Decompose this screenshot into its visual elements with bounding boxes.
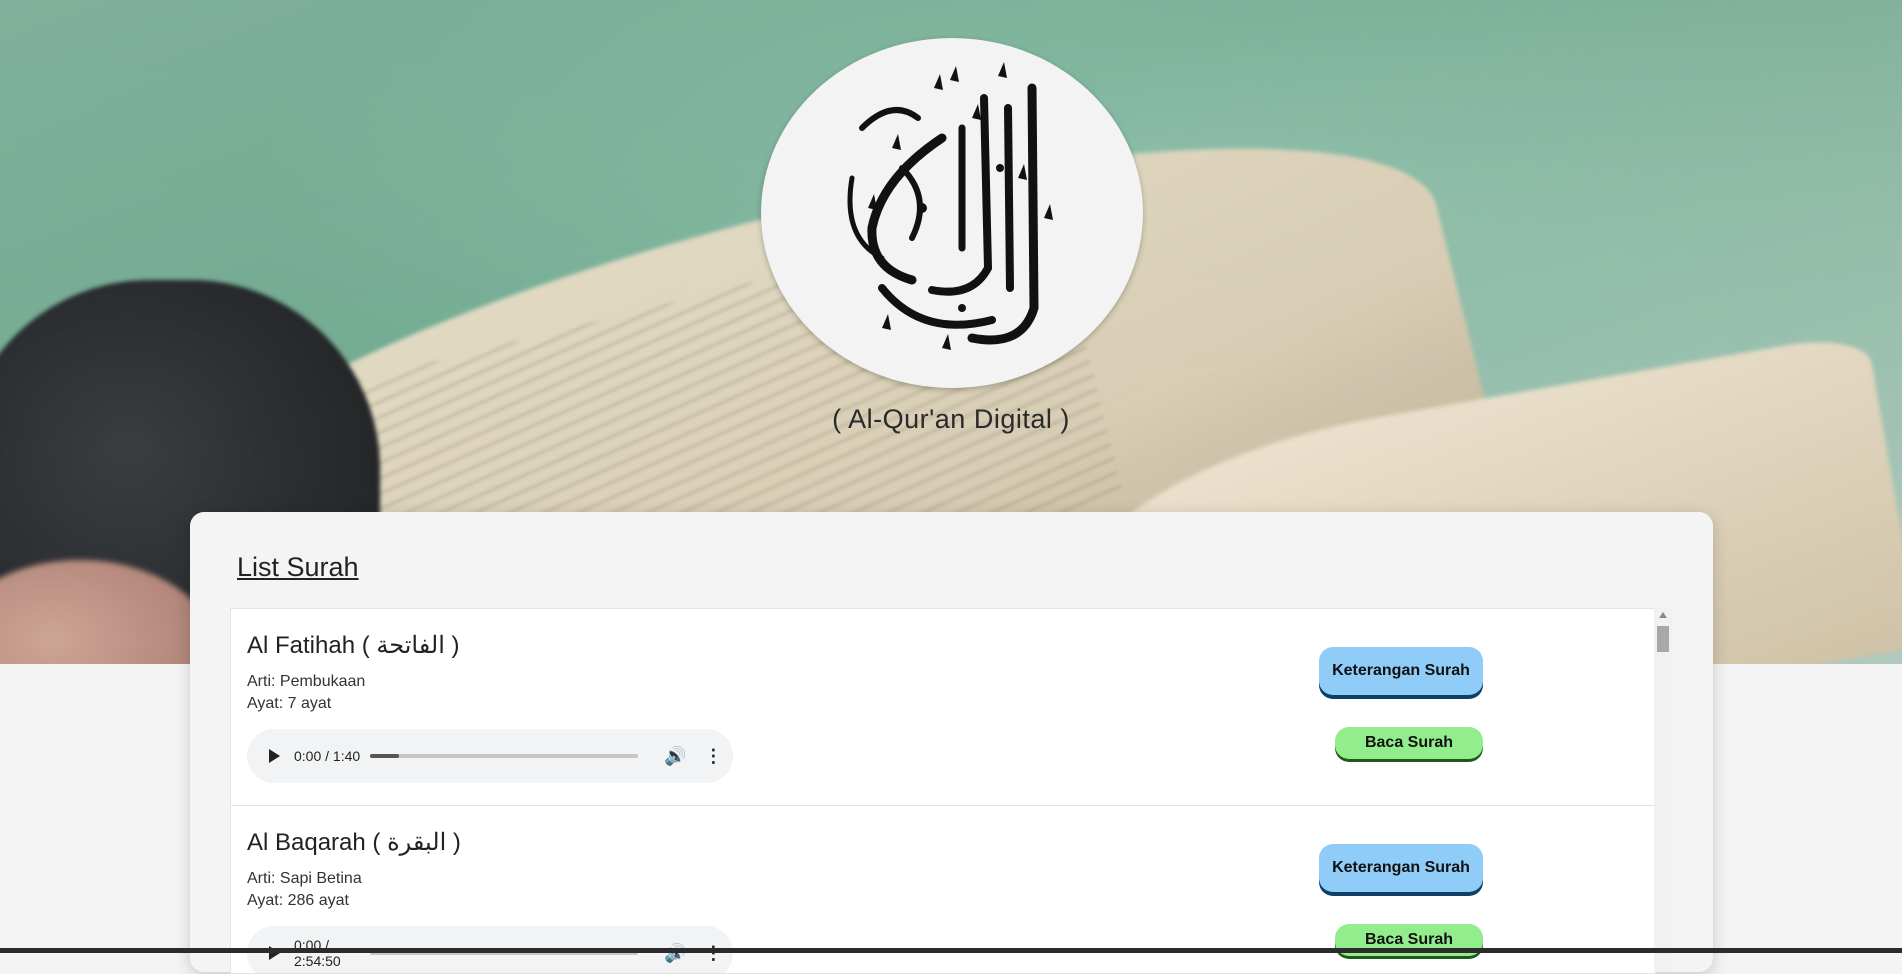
surah-list[interactable]: Al Fatihah ( الفاتحة ) Arti: Pembukaan A…: [230, 608, 1656, 974]
audio-progress: [370, 754, 400, 758]
more-options-icon[interactable]: ⋮: [704, 746, 722, 767]
list-scrollbar[interactable]: [1654, 608, 1672, 972]
audio-player[interactable]: 0:00 / 1:40 🔊 ⋮: [247, 729, 733, 783]
list-title: List Surah: [237, 552, 359, 582]
surah-meaning: Arti: Pembukaan: [247, 673, 366, 690]
window-bottom-bar: [0, 948, 1902, 953]
more-options-icon[interactable]: ⋮: [704, 943, 722, 964]
surah-verse-count: Ayat: 7 ayat: [247, 695, 332, 712]
play-icon[interactable]: [269, 749, 280, 763]
list-item: Al Fatihah ( الفاتحة ) Arti: Pembukaan A…: [231, 609, 1655, 806]
surah-title: Al Fatihah ( الفاتحة ): [247, 632, 460, 659]
scroll-up-icon[interactable]: [1659, 612, 1667, 618]
volume-icon[interactable]: 🔊: [664, 746, 686, 767]
surah-title: Al Baqarah ( البقرة ): [247, 829, 461, 856]
surah-info-button[interactable]: Keterangan Surah: [1319, 844, 1483, 892]
surah-list-card: List Surah Al Fatihah ( الفاتحة ) Arti: …: [190, 512, 1713, 974]
audio-time: 0:00 / 1:40: [294, 748, 361, 764]
audio-seek-bar[interactable]: [370, 754, 638, 758]
surah-meaning: Arti: Sapi Betina: [247, 870, 362, 887]
volume-icon[interactable]: 🔊: [664, 943, 686, 964]
scrollbar-thumb[interactable]: [1657, 626, 1669, 652]
page-subtitle: ( Al-Qur'an Digital ): [832, 404, 1070, 434]
quran-calligraphy-icon: [847, 62, 1053, 350]
surah-verse-count: Ayat: 286 ayat: [247, 892, 349, 909]
audio-time: 0:00 / 2:54:50: [294, 937, 341, 969]
surah-info-button[interactable]: Keterangan Surah: [1319, 647, 1483, 695]
quran-logo: [761, 38, 1143, 388]
read-surah-button[interactable]: Baca Surah: [1335, 727, 1483, 759]
